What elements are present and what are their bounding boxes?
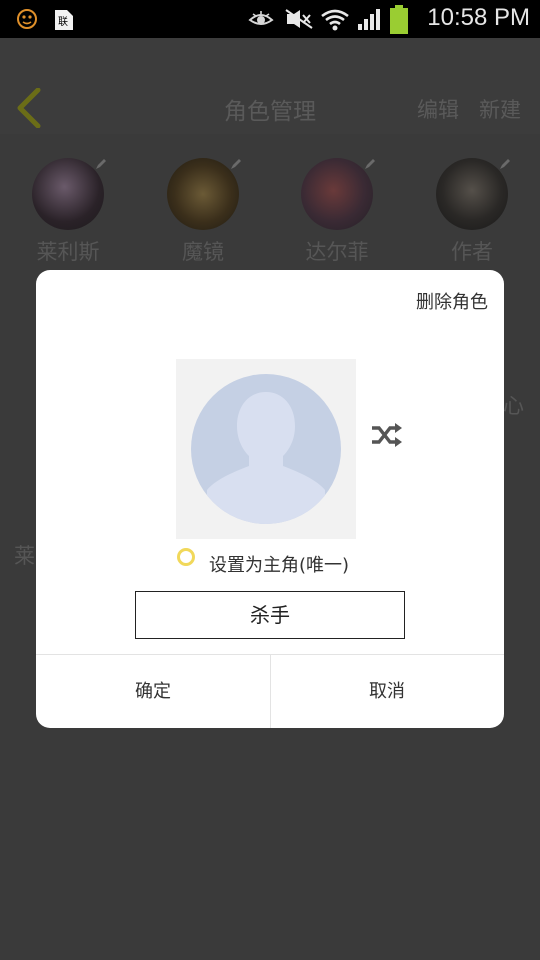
wifi-icon [320,8,350,36]
avatar [167,158,241,230]
character-item[interactable]: 作者 [417,158,527,266]
avatar [436,158,510,230]
edit-character-dialog: 删除角色 设置为主角(唯一) 杀手 确定 取消 [36,270,504,728]
background-text-fragment: 心 [503,394,524,418]
default-avatar-placeholder [191,374,341,524]
cancel-button[interactable]: 取消 [270,655,504,728]
battery-icon [388,5,410,39]
clock: 10:58 PM [427,4,530,31]
status-bar: 联 10:58 PM [0,0,540,38]
mute-icon [284,8,314,34]
svg-text:联: 联 [58,16,68,28]
new-button[interactable]: 新建 [479,94,521,124]
character-item[interactable]: 莱利斯 [13,158,123,266]
background-character-name: 莱 [14,544,35,568]
character-name-input[interactable]: 杀手 [135,591,405,639]
character-item[interactable]: 魔镜 [148,158,258,266]
character-name: 达尔菲 [305,240,369,264]
avatar-picker[interactable] [176,359,356,539]
character-name: 作者 [451,240,493,264]
pencil-icon [229,156,243,170]
set-protagonist-radio[interactable] [177,548,195,566]
shuffle-icon[interactable] [370,420,404,454]
set-protagonist-label[interactable]: 设置为主角(唯一) [209,551,349,577]
pencil-icon [498,156,512,170]
sim-card-icon: 联 [52,8,76,36]
pencil-icon [363,156,377,170]
character-name: 莱利斯 [36,240,100,264]
signal-icon [356,8,382,36]
confirm-button[interactable]: 确定 [36,655,270,728]
notification-face-icon [16,8,38,34]
avatar [32,158,106,230]
character-item[interactable]: 达尔菲 [282,158,392,266]
character-name: 魔镜 [182,240,224,264]
delete-character-button[interactable]: 删除角色 [416,288,488,314]
pencil-icon [94,156,108,170]
edit-button[interactable]: 编辑 [417,94,459,124]
eye-icon [248,8,274,34]
page-title: 角色管理 [224,99,316,125]
avatar [301,158,375,230]
